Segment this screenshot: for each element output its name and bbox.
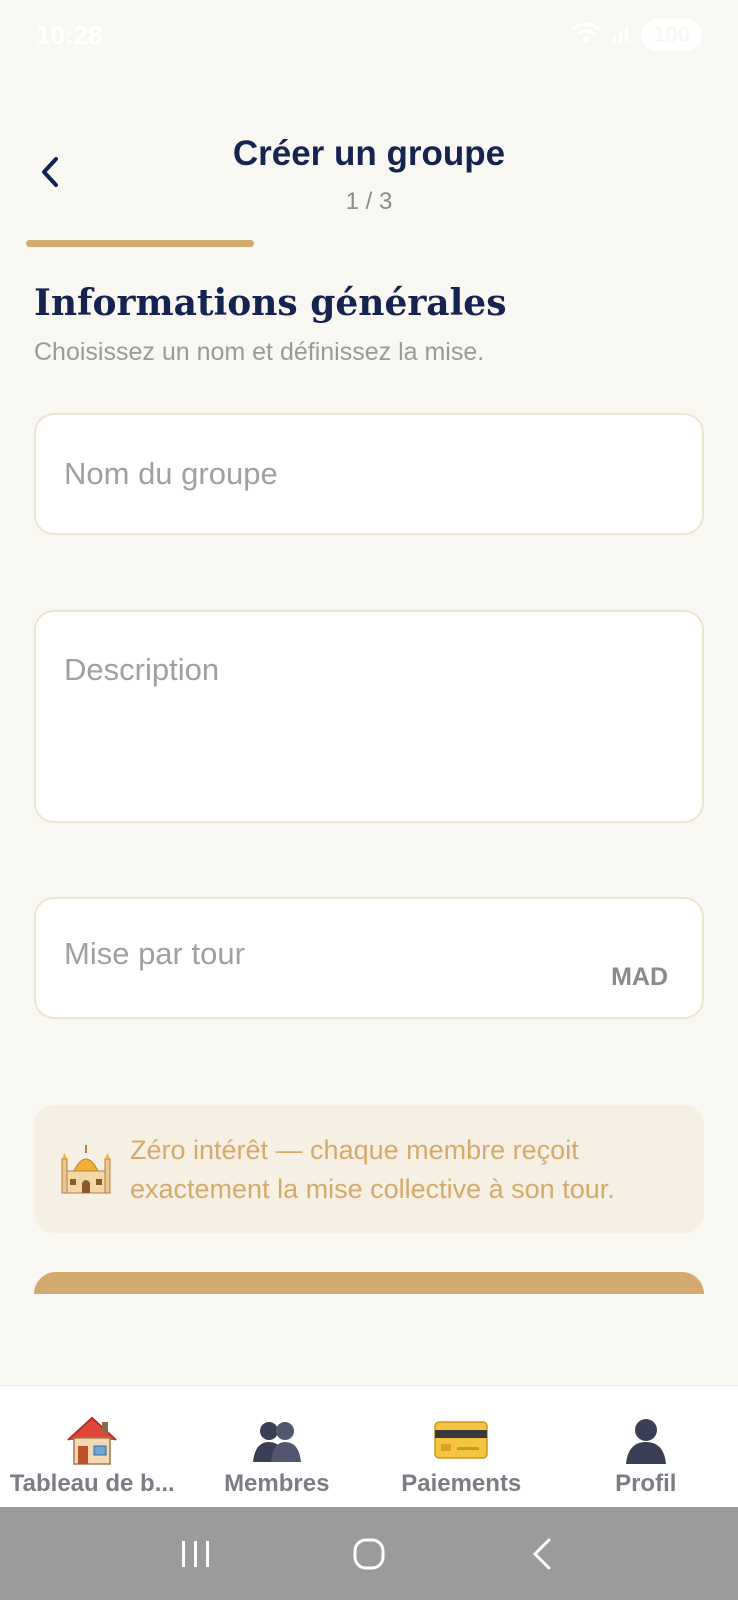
group-name-input[interactable]	[36, 415, 702, 533]
progress-fill	[26, 240, 255, 247]
credit-card-icon	[434, 1421, 488, 1459]
info-box: Zéro intérêt — chaque membre reçoit exac…	[34, 1105, 704, 1233]
recent-apps-button[interactable]	[166, 1524, 226, 1584]
tab-bar: Tableau de b... Membres Paiements Profil	[0, 1385, 738, 1507]
back-icon	[532, 1538, 551, 1569]
profile-icon	[625, 1419, 666, 1464]
status-time: 10:28	[36, 19, 103, 50]
tab-label: Profil	[615, 1470, 677, 1497]
home-icon	[353, 1538, 385, 1569]
recent-apps-icon	[182, 1540, 210, 1567]
next-button[interactable]	[34, 1272, 704, 1294]
description-field	[34, 610, 704, 823]
section-title: Informations générales	[34, 282, 507, 324]
header: Créer un groupe 1 / 3	[0, 120, 738, 230]
page-title: Créer un groupe	[232, 134, 506, 173]
progress-bar	[26, 240, 712, 247]
stake-field: MAD	[34, 897, 704, 1019]
step-indicator: 1 / 3	[345, 188, 393, 215]
tab-payments[interactable]: Paiements	[369, 1386, 554, 1507]
home-button[interactable]	[339, 1524, 399, 1584]
wifi-icon	[571, 21, 601, 49]
tab-label: Membres	[224, 1470, 330, 1497]
section-subtitle: Choisissez un nom et définissez la mise.	[34, 338, 485, 366]
tab-label: Tableau de b...	[9, 1470, 175, 1497]
members-icon	[252, 1422, 301, 1462]
status-icons: 100	[571, 19, 702, 51]
description-input[interactable]	[36, 612, 702, 821]
house-icon	[67, 1416, 117, 1465]
currency-label: MAD	[611, 963, 668, 991]
mosque-icon	[60, 1141, 112, 1195]
battery-indicator: 100	[641, 19, 702, 51]
signal-icon	[611, 22, 631, 48]
info-line-1: Zéro intérêt — chaque membre reçoit	[130, 1135, 579, 1165]
tab-members[interactable]: Membres	[185, 1386, 370, 1507]
group-name-field	[34, 413, 704, 535]
info-line-2: exactement la mise collective à son tour…	[130, 1174, 615, 1204]
stake-input[interactable]	[36, 899, 702, 1017]
tab-label: Paiements	[401, 1470, 522, 1497]
system-nav-bar	[0, 1507, 738, 1600]
system-back-button[interactable]	[512, 1524, 572, 1584]
tab-dashboard[interactable]: Tableau de b...	[0, 1386, 185, 1507]
info-text: Zéro intérêt — chaque membre reçoit exac…	[130, 1131, 690, 1209]
status-bar: 10:28 100	[0, 0, 738, 70]
tab-profile[interactable]: Profil	[554, 1386, 738, 1507]
